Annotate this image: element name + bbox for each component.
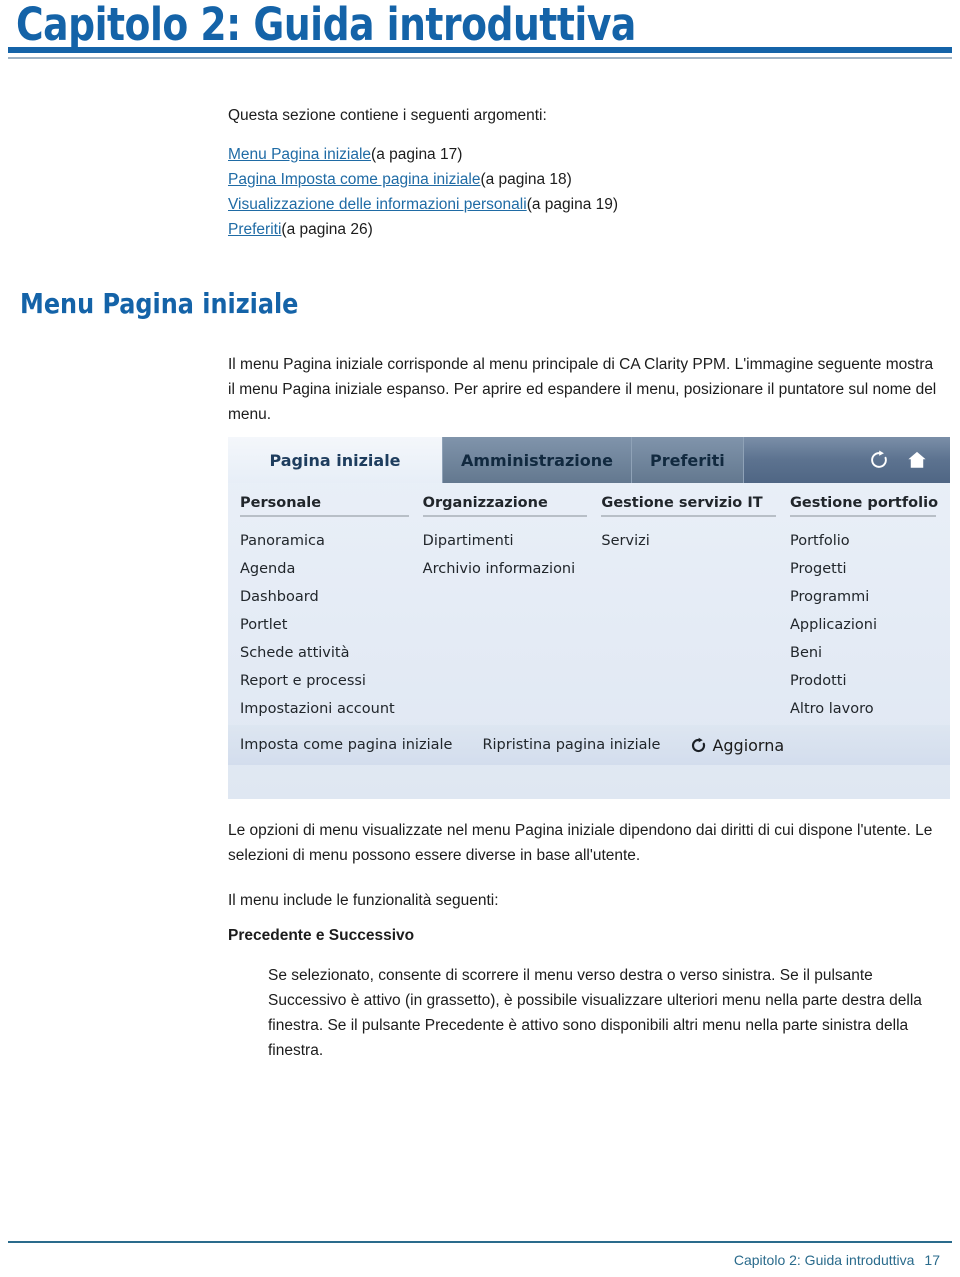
app-screenshot: Pagina iniziale Amministrazione Preferit… [228, 437, 950, 799]
toc-ref-1: (a pagina 18) [480, 171, 572, 188]
column-header: Gestione servizio IT [601, 495, 776, 517]
navbar-spacer [742, 437, 868, 483]
navbar-icons [868, 437, 950, 483]
tab-label: Preferiti [649, 450, 725, 470]
menu-column-gestione-servizio-it: Gestione servizio IT Servizi [601, 495, 790, 723]
menu-item-portfolio[interactable]: Portfolio [790, 527, 950, 555]
sub-heading-precedente-successivo: Precedente e Successivo [228, 927, 415, 944]
tab-preferiti[interactable]: Preferiti [630, 437, 743, 483]
intro-block: Questa sezione contiene i seguenti argom… [228, 103, 940, 242]
menu-item-altro-lavoro[interactable]: Altro lavoro [790, 695, 950, 723]
column-header: Organizzazione [422, 495, 588, 517]
toc-link-menu-pagina-iniziale[interactable]: Menu Pagina iniziale [228, 146, 371, 163]
menu-item-schede-attivita[interactable]: Schede attività [240, 639, 423, 667]
menu-item-portlet[interactable]: Portlet [240, 611, 423, 639]
page-footer: Capitolo 2: Guida introduttiva 17 [734, 1252, 940, 1268]
footer-rule [8, 1241, 952, 1243]
paragraph-include: Il menu include le funzionalità seguenti… [228, 892, 499, 909]
tab-amministrazione[interactable]: Amministrazione [442, 437, 631, 483]
menu-column-personale: Personale Panoramica Agenda Dashboard Po… [240, 495, 423, 723]
menu-item-dashboard[interactable]: Dashboard [240, 583, 423, 611]
toc-link-visualizzazione-informazioni-personali[interactable]: Visualizzazione delle informazioni perso… [228, 196, 527, 213]
intro-lead: Questa sezione contiene i seguenti argom… [228, 107, 547, 124]
home-icon[interactable] [906, 449, 928, 471]
toc-entry-3: Preferiti(a pagina 26) [228, 217, 940, 242]
aggiorna-button[interactable]: Aggiorna [690, 736, 784, 755]
toc-link-preferiti[interactable]: Preferiti [228, 221, 281, 238]
column-header: Personale [240, 495, 409, 517]
tab-pagina-iniziale[interactable]: Pagina iniziale [228, 437, 442, 483]
menu-column-organizzazione: Organizzazione Dipartimenti Archivio inf… [422, 495, 602, 723]
toc-ref-2: (a pagina 19) [526, 196, 619, 213]
menu-item-agenda[interactable]: Agenda [240, 555, 423, 583]
toc-ref-3: (a pagina 26) [281, 221, 373, 238]
toc-entry-0: Menu Pagina iniziale(a pagina 17) [228, 142, 940, 167]
title-rule-thick [8, 47, 952, 53]
refresh-icon [692, 737, 706, 752]
toc-entry-2: Visualizzazione delle informazioni perso… [228, 192, 940, 217]
menu-item-archivio-informazioni[interactable]: Archivio informazioni [423, 555, 602, 583]
column-header: Gestione portfolio [790, 495, 938, 517]
app-navbar: Pagina iniziale Amministrazione Preferit… [228, 437, 950, 483]
aggiorna-label: Aggiorna [712, 735, 785, 755]
toc-ref-0: (a pagina 17) [371, 146, 463, 163]
paragraph-intro: Il menu Pagina iniziale corrisponde al m… [228, 356, 937, 423]
toc-link-pagina-imposta-come-pagina-iniziale[interactable]: Pagina Imposta come pagina iniziale [228, 171, 480, 188]
menu-item-progetti[interactable]: Progetti [790, 555, 950, 583]
tab-label: Pagina iniziale [269, 450, 401, 470]
menu-item-report-e-processi[interactable]: Report e processi [240, 667, 423, 695]
ripristina-pagina-iniziale-button[interactable]: Ripristina pagina iniziale [482, 737, 660, 753]
app-menu-footer: Imposta come pagina iniziale Ripristina … [228, 725, 950, 765]
menu-item-dipartimenti[interactable]: Dipartimenti [423, 527, 602, 555]
menu-item-prodotti[interactable]: Prodotti [790, 667, 950, 695]
footer-page-number: 17 [924, 1252, 940, 1268]
menu-item-applicazioni[interactable]: Applicazioni [790, 611, 950, 639]
menu-item-programmi[interactable]: Programmi [790, 583, 950, 611]
menu-item-beni[interactable]: Beni [790, 639, 950, 667]
page-title: Capitolo 2: Guida introduttiva [16, 0, 636, 51]
paragraph-precedente-successivo: Se selezionato, consente di scorrere il … [268, 967, 922, 1059]
title-rule-thin [8, 57, 952, 59]
tab-label: Amministrazione [461, 450, 613, 470]
imposta-come-pagina-iniziale-button[interactable]: Imposta come pagina iniziale [240, 737, 452, 753]
footer-chapter-text: Capitolo 2: Guida introduttiva [733, 1252, 915, 1268]
toc-entry-1: Pagina Imposta come pagina iniziale(a pa… [228, 167, 940, 192]
menu-item-impostazioni-account[interactable]: Impostazioni account [240, 695, 423, 723]
menu-column-gestione-portfolio: Gestione portfolio Portfolio Progetti Pr… [790, 495, 950, 723]
refresh-icon[interactable] [868, 449, 890, 471]
menu-columns: Personale Panoramica Agenda Dashboard Po… [228, 495, 950, 723]
paragraph-after-image: Le opzioni di menu visualizzate nel menu… [228, 822, 933, 864]
section-heading: Menu Pagina iniziale [20, 287, 299, 320]
menu-item-panoramica[interactable]: Panoramica [240, 527, 423, 555]
menu-item-servizi[interactable]: Servizi [601, 527, 790, 555]
app-menu-panel: Personale Panoramica Agenda Dashboard Po… [228, 483, 950, 765]
